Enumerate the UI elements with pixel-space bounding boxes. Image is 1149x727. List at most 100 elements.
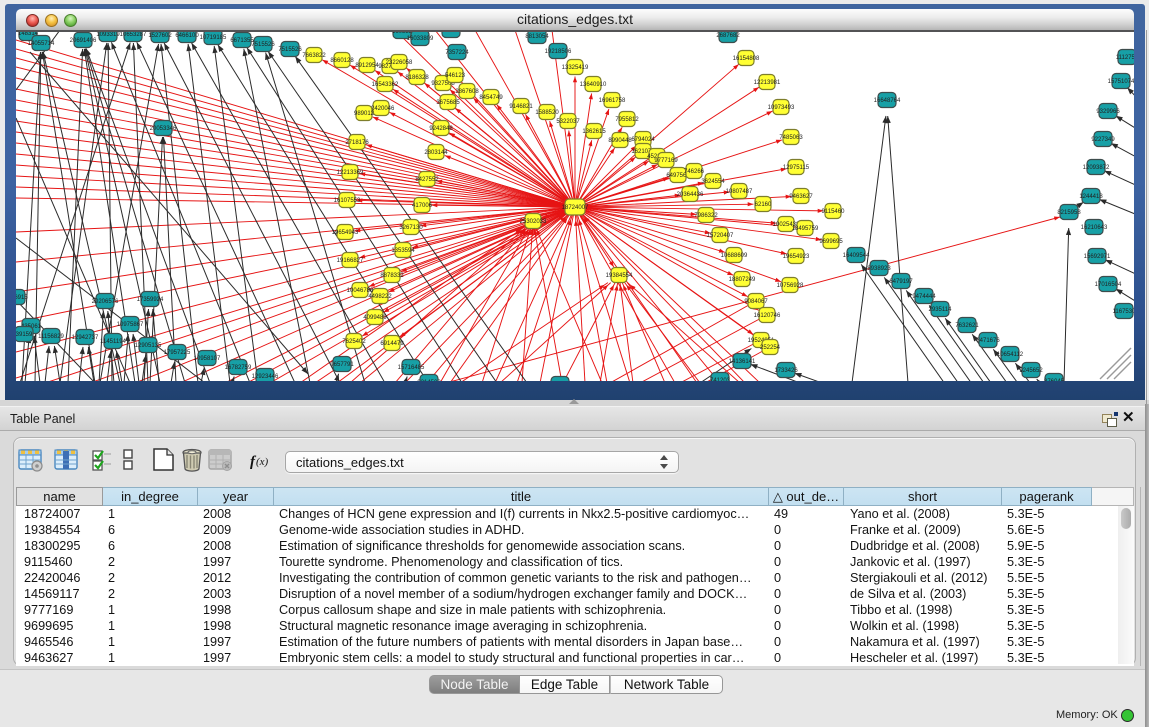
- svg-text:19384554: 19384554: [606, 273, 633, 279]
- svg-text:19218506: 19218506: [545, 49, 572, 55]
- svg-text:10046788: 10046788: [347, 288, 374, 294]
- svg-text:8813054: 8813054: [525, 34, 549, 40]
- svg-text:13640910: 13640910: [580, 82, 607, 88]
- svg-text:2626915: 2626915: [16, 295, 28, 301]
- svg-text:9084067: 9084067: [744, 299, 768, 305]
- svg-text:1362615: 1362615: [582, 129, 606, 135]
- svg-text:8215958: 8215958: [1057, 210, 1081, 216]
- svg-text:16782759: 16782759: [225, 365, 252, 371]
- svg-text:8427552: 8427552: [415, 177, 439, 183]
- svg-text:19166827: 19166827: [337, 258, 364, 264]
- svg-text:10756928: 10756928: [777, 283, 804, 289]
- svg-text:18724007: 18724007: [562, 205, 589, 211]
- svg-text:8938923: 8938923: [867, 266, 891, 272]
- svg-text:62160: 62160: [755, 202, 772, 208]
- svg-text:7515526: 7515526: [251, 42, 275, 48]
- svg-text:7625402: 7625402: [342, 339, 366, 345]
- svg-text:6794024: 6794024: [631, 137, 655, 143]
- svg-text:1093319: 1093319: [96, 32, 120, 38]
- svg-text:25302033: 25302033: [520, 219, 547, 225]
- svg-text:12213981: 12213981: [754, 80, 781, 86]
- svg-text:2718176: 2718176: [345, 140, 369, 146]
- svg-text:7632621: 7632621: [955, 323, 979, 329]
- svg-text:16961758: 16961758: [599, 98, 626, 104]
- svg-text:9245652: 9245652: [1019, 368, 1043, 374]
- svg-text:8912954: 8912954: [355, 63, 379, 69]
- svg-text:1167530: 1167530: [1113, 309, 1134, 315]
- svg-text:16107553: 16107553: [334, 198, 361, 204]
- svg-text:12213369: 12213369: [337, 170, 364, 176]
- svg-text:160338: 160338: [392, 32, 413, 35]
- svg-text:1588520: 1588520: [535, 110, 559, 116]
- svg-text:7485063: 7485063: [779, 135, 803, 141]
- svg-text:16154808: 16154808: [733, 56, 760, 62]
- svg-text:73572: 73572: [443, 32, 460, 34]
- svg-text:15720407: 15720407: [707, 233, 734, 239]
- svg-text:9474444: 9474444: [912, 294, 936, 300]
- svg-text:16210643: 16210643: [1081, 225, 1108, 231]
- svg-text:3624554: 3624554: [701, 179, 725, 185]
- svg-text:10975867: 10975867: [117, 322, 144, 328]
- svg-text:1244418: 1244418: [1079, 194, 1103, 200]
- svg-text:9699695: 9699695: [819, 239, 843, 245]
- svg-text:4498222: 4498222: [368, 294, 392, 300]
- svg-text:417006: 417006: [412, 203, 433, 209]
- svg-text:8660128: 8660128: [330, 58, 354, 64]
- svg-text:9227349: 9227349: [1091, 137, 1115, 143]
- svg-text:12942737: 12942737: [72, 335, 99, 341]
- svg-text:9146821: 9146821: [509, 104, 533, 110]
- svg-text:7986322: 7986322: [694, 213, 718, 219]
- svg-text:2687682: 2687682: [716, 33, 740, 39]
- svg-text:16648764: 16648764: [874, 98, 901, 104]
- svg-text:12905135: 12905135: [135, 343, 162, 349]
- svg-text:4099489: 4099489: [363, 315, 387, 321]
- svg-text:2867608: 2867608: [455, 89, 479, 95]
- svg-text:16409544: 16409544: [843, 253, 870, 259]
- svg-text:6479197: 6479197: [889, 279, 913, 285]
- svg-text:17957225: 17957225: [164, 350, 191, 356]
- svg-text:9777169: 9777169: [654, 158, 678, 164]
- svg-text:1112753: 1112753: [1116, 55, 1134, 61]
- svg-text:23226058: 23226058: [386, 60, 413, 66]
- svg-text:18495759: 18495759: [792, 226, 819, 232]
- svg-text:10807487: 10807487: [726, 189, 753, 195]
- svg-text:5322037: 5322037: [556, 119, 580, 125]
- svg-text:8471676: 8471676: [976, 338, 1000, 344]
- svg-text:16033809: 16033809: [407, 36, 434, 42]
- svg-text:9242848: 9242848: [429, 126, 453, 132]
- svg-text:10958107: 10958107: [194, 356, 221, 362]
- svg-text:12975115: 12975115: [783, 165, 810, 171]
- svg-text:19654943: 19654943: [332, 230, 359, 236]
- svg-text:989012: 989012: [354, 111, 375, 117]
- svg-text:6466100: 6466100: [175, 33, 199, 39]
- svg-text:20364436: 20364436: [677, 192, 704, 198]
- svg-text:17359924: 17359924: [137, 297, 164, 303]
- svg-text:10653287: 10653287: [120, 32, 147, 38]
- svg-text:7663822: 7663822: [302, 53, 326, 59]
- svg-text:1733426: 1733426: [774, 368, 798, 374]
- svg-text:11156829: 11156829: [38, 334, 64, 340]
- svg-text:10719185: 10719185: [200, 35, 227, 41]
- svg-text:1353594: 1353594: [391, 248, 415, 254]
- svg-text:13325419: 13325419: [562, 65, 589, 71]
- svg-text:20053346: 20053346: [150, 126, 177, 132]
- svg-text:8186328: 8186328: [405, 75, 429, 81]
- svg-text:9463627: 9463627: [789, 194, 813, 200]
- svg-text:6914479: 6914479: [380, 341, 404, 347]
- svg-text:10654112: 10654112: [997, 352, 1024, 358]
- svg-text:2803144: 2803144: [424, 150, 448, 156]
- svg-text:2935114: 2935114: [929, 307, 953, 313]
- svg-text:252254: 252254: [760, 345, 781, 351]
- svg-text:741203: 741203: [710, 378, 731, 381]
- svg-text:10973493: 10973493: [768, 105, 795, 111]
- svg-text:12923446: 12923446: [252, 374, 279, 380]
- svg-text:9115460: 9115460: [822, 209, 846, 215]
- svg-text:7515526: 7515526: [278, 47, 302, 53]
- svg-text:8878332: 8878332: [380, 273, 404, 279]
- svg-text:8454749: 8454749: [479, 95, 503, 101]
- svg-text:8990448: 8990448: [608, 138, 632, 144]
- svg-text:1527602: 1527602: [148, 33, 172, 39]
- svg-text:9329966: 9329966: [1096, 109, 1120, 115]
- svg-text:3267130: 3267130: [399, 225, 423, 231]
- svg-text:746266: 746266: [684, 169, 705, 175]
